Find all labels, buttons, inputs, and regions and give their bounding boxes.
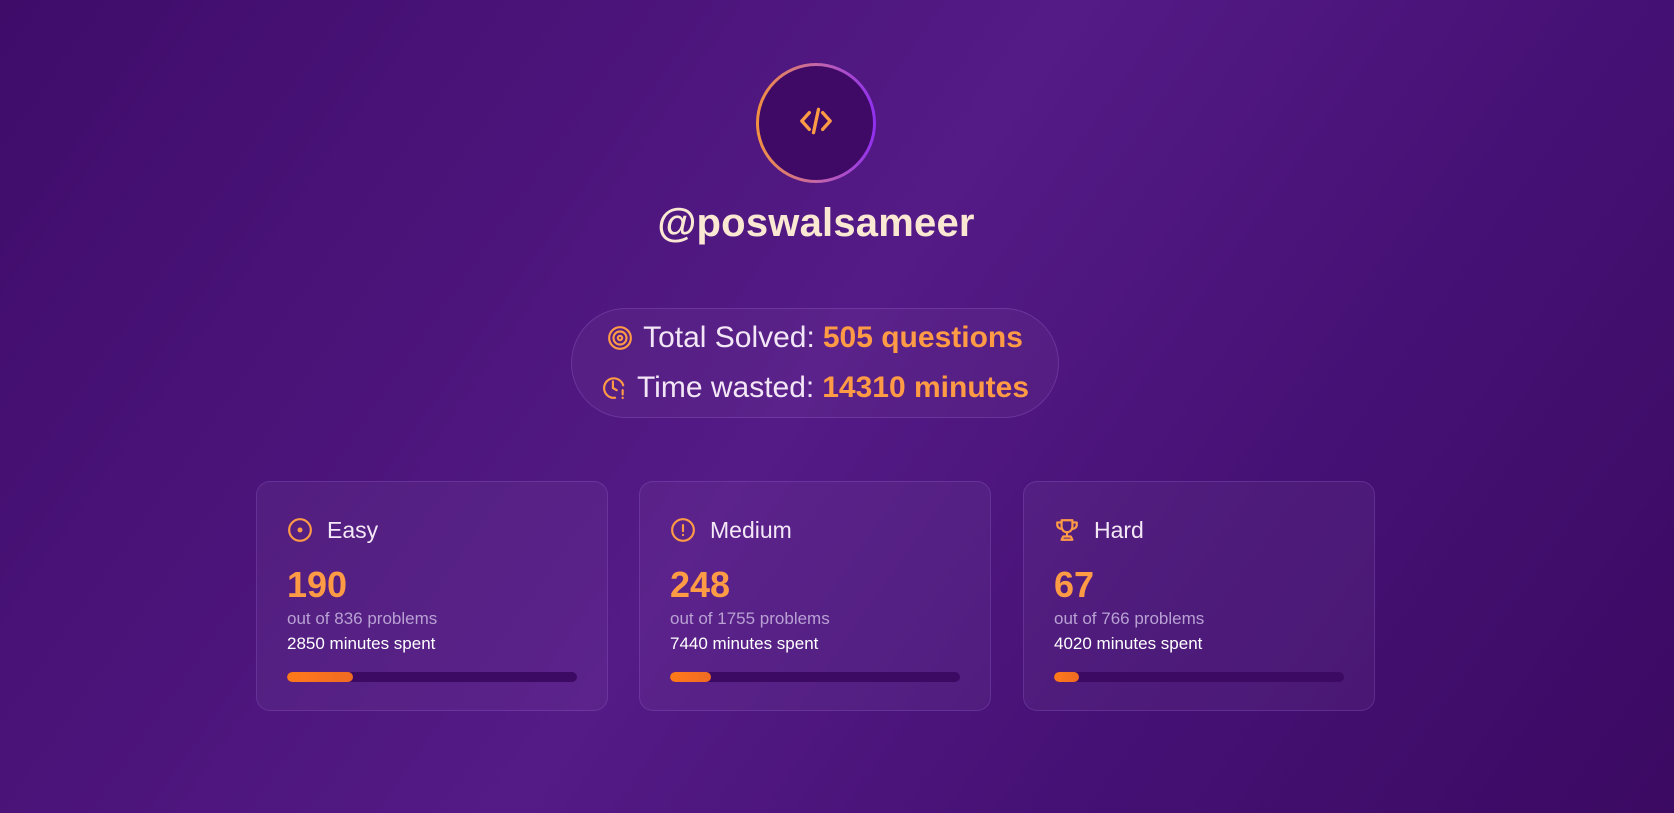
target-icon xyxy=(607,325,633,351)
progress-bar xyxy=(670,672,960,682)
card-header: Easy xyxy=(287,515,378,545)
progress-fill xyxy=(287,672,353,682)
time-wasted-label: Time wasted: xyxy=(636,371,815,404)
total-solved-label: Total Solved: xyxy=(643,321,815,354)
solved-count: 190 xyxy=(287,564,348,605)
time-wasted-value: 14310 minutes xyxy=(822,371,1030,404)
medium-card: Medium 248 out of 1755 problems 7440 min… xyxy=(639,481,991,711)
progress-bar xyxy=(1054,672,1344,682)
summary-pill: Total Solved: 505 questions Time wasted:… xyxy=(571,308,1059,418)
avatar-inner xyxy=(759,66,873,180)
card-header: Medium xyxy=(670,515,792,545)
card-title: Hard xyxy=(1094,516,1144,543)
minutes-spent: 7440 minutes spent xyxy=(670,634,819,653)
time-wasted-row: Time wasted: 14310 minutes xyxy=(572,371,1058,405)
solved-count: 67 xyxy=(1054,564,1095,605)
trophy-icon xyxy=(1054,517,1080,543)
avatar xyxy=(756,63,876,183)
easy-card: Easy 190 out of 836 problems 2850 minute… xyxy=(256,481,608,711)
total-problems: out of 836 problems xyxy=(287,609,438,628)
hard-card: Hard 67 out of 766 problems 4020 minutes… xyxy=(1023,481,1375,711)
username: @poswalsameer xyxy=(657,201,975,245)
total-problems: out of 766 problems xyxy=(1054,609,1205,628)
clock-alert-icon xyxy=(601,375,627,401)
card-header: Hard xyxy=(1054,515,1144,545)
alert-circle-icon xyxy=(670,517,696,543)
circle-dot-icon xyxy=(287,517,313,543)
card-title: Medium xyxy=(710,516,792,543)
total-problems: out of 1755 problems xyxy=(670,609,830,628)
profile-page: @poswalsameer Total Solved: 505 question… xyxy=(0,0,1674,813)
progress-fill xyxy=(670,672,711,682)
total-solved-row: Total Solved: 505 questions xyxy=(572,321,1058,355)
progress-fill xyxy=(1054,672,1080,682)
minutes-spent: 2850 minutes spent xyxy=(287,634,436,653)
solved-count: 248 xyxy=(670,564,731,605)
minutes-spent: 4020 minutes spent xyxy=(1054,634,1203,653)
code-icon xyxy=(796,101,836,146)
card-title: Easy xyxy=(327,516,379,543)
progress-bar xyxy=(287,672,577,682)
total-solved-value: 505 questions xyxy=(822,321,1023,354)
